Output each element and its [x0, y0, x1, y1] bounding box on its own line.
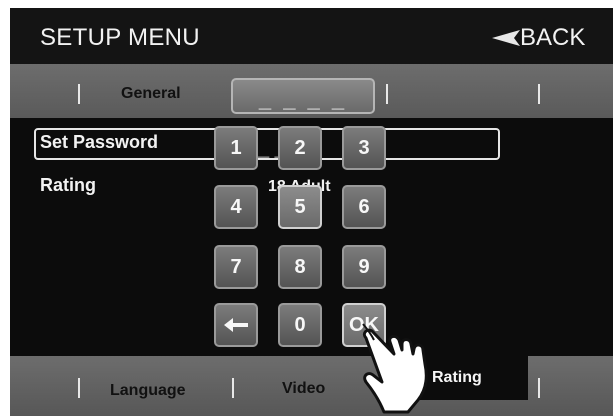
key-8[interactable]: 8: [278, 245, 322, 289]
key-4[interactable]: 4: [214, 185, 258, 229]
key-9[interactable]: 9: [342, 245, 386, 289]
tab-divider: [538, 378, 540, 398]
left-arrow-icon: [224, 318, 248, 332]
back-arrow-icon: [492, 30, 520, 46]
setup-screen: SETUP MENU BACK General Set Password _ _…: [10, 8, 613, 416]
tab-divider: [232, 378, 234, 398]
tab-video[interactable]: Video: [282, 380, 325, 398]
hand-pointer-icon: [362, 323, 428, 414]
password-display: _ _ _ _: [231, 78, 375, 114]
page-title: SETUP MENU: [40, 24, 200, 51]
numeric-keypad: 1 2 3 4 5 6 7 8 9 0 OK: [214, 126, 394, 348]
rating-label: Rating: [40, 175, 96, 195]
key-2[interactable]: 2: [278, 126, 322, 170]
backspace-key[interactable]: [214, 303, 258, 347]
key-7[interactable]: 7: [214, 245, 258, 289]
key-0[interactable]: 0: [278, 303, 322, 347]
tab-language[interactable]: Language: [110, 382, 186, 400]
back-button[interactable]: BACK: [492, 22, 604, 54]
back-label: BACK: [520, 24, 586, 51]
header-bar: SETUP MENU BACK: [10, 8, 613, 64]
key-6[interactable]: 6: [342, 185, 386, 229]
tab-general[interactable]: General: [121, 85, 181, 103]
key-1[interactable]: 1: [214, 126, 258, 170]
set-password-label: Set Password: [40, 132, 159, 152]
key-3[interactable]: 3: [342, 126, 386, 170]
bottom-tab-bar: Language Video Rating: [10, 356, 613, 416]
tab-divider: [78, 84, 80, 104]
tab-divider: [386, 84, 388, 104]
tab-divider: [538, 84, 540, 104]
key-5[interactable]: 5: [278, 185, 322, 229]
tab-divider: [78, 378, 80, 398]
